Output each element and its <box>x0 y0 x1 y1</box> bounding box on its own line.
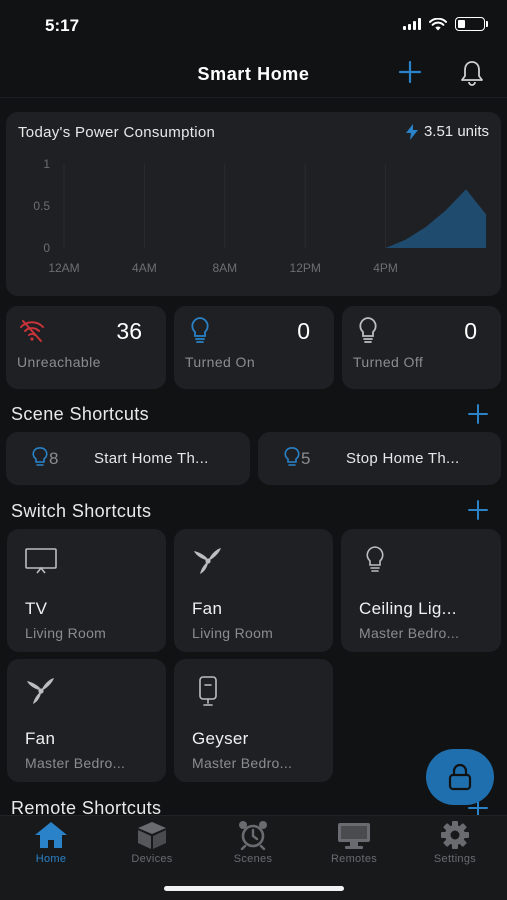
switch-name: Fan <box>192 599 223 618</box>
scene-stop-home-theater[interactable]: 5 Stop Home Th... <box>258 432 501 485</box>
switch-geyser-master-bedroom[interactable]: Geyser Master Bedro... <box>174 659 333 782</box>
turned-on-label: Turned On <box>185 354 256 370</box>
battery-icon <box>455 17 488 31</box>
notification-bell-icon[interactable] <box>457 58 487 88</box>
add-scene-icon[interactable] <box>466 402 490 426</box>
cellular-signal-icon <box>403 18 421 30</box>
scene-bulb-icon <box>32 447 48 466</box>
status-time: 5:17 <box>45 16 80 35</box>
switch-room: Master Bedro... <box>25 755 126 771</box>
power-chart: 1 0.5 0 12AM 4AM 8AM 12PM 4PM <box>33 157 487 275</box>
switch-fan-living-room[interactable]: Fan Living Room <box>174 529 333 652</box>
scene-bulb-icon <box>284 447 300 466</box>
chart-ytick-label: 0.5 <box>33 199 50 213</box>
gear-icon <box>441 821 469 849</box>
scene-name: Stop Home Th... <box>346 450 460 467</box>
unreachable-card[interactable]: 36 Unreachable <box>6 306 166 389</box>
monitor-icon <box>338 823 370 849</box>
unreachable-label: Unreachable <box>17 354 101 370</box>
scene-name: Start Home Th... <box>94 450 209 467</box>
alarm-clock-icon <box>239 821 267 850</box>
switch-shortcuts-title: Switch Shortcuts <box>11 501 152 521</box>
switch-name: Geyser <box>192 729 249 748</box>
scene-shortcuts-title: Scene Shortcuts <box>11 404 150 424</box>
tab-settings[interactable]: Settings <box>415 820 495 865</box>
switch-room: Living Room <box>25 625 107 641</box>
tv-icon <box>25 548 57 574</box>
bulb-icon <box>366 546 384 572</box>
switch-tv-living-room[interactable]: TV Living Room <box>7 529 166 652</box>
chart-xtick-label: 4PM <box>373 261 398 275</box>
chart-area-series <box>64 189 487 248</box>
unreachable-count: 36 <box>116 318 142 344</box>
switch-ceiling-light-master-bedroom[interactable]: Ceiling Lig... Master Bedro... <box>341 529 501 652</box>
app-header: Smart Home <box>0 50 507 98</box>
switch-name: Fan <box>25 729 56 748</box>
turned-off-count: 0 <box>464 318 477 344</box>
home-icon <box>35 822 67 848</box>
switch-name: TV <box>25 599 48 618</box>
chart-xtick-label: 8AM <box>212 261 237 275</box>
power-consumption-card[interactable]: Today's Power Consumption 3.51 units 1 0.… <box>6 112 501 296</box>
add-switch-icon[interactable] <box>466 498 490 522</box>
switch-name: Ceiling Lig... <box>359 599 457 618</box>
wifi-icon <box>429 17 447 30</box>
turned-off-card[interactable]: 0 Turned Off <box>342 306 501 389</box>
switch-fan-master-bedroom[interactable]: Fan Master Bedro... <box>7 659 166 782</box>
fan-icon <box>27 678 54 704</box>
scene-device-count: 5 <box>301 449 311 468</box>
tab-home[interactable]: Home <box>11 820 91 865</box>
tab-label: Scenes <box>233 853 273 865</box>
wifi-off-icon <box>20 320 44 342</box>
scene-start-home-theater[interactable]: 8 Start Home Th... <box>6 432 250 485</box>
chart-ytick-label: 1 <box>43 157 50 171</box>
add-icon[interactable] <box>396 58 424 86</box>
chart-ytick-label: 0 <box>43 241 50 255</box>
tab-label: Devices <box>131 853 173 865</box>
turned-off-label: Turned Off <box>353 354 424 370</box>
status-bar: 5:17 <box>0 0 507 50</box>
turned-on-card[interactable]: 0 Turned On <box>174 306 334 389</box>
fan-icon <box>194 548 221 574</box>
tab-label: Settings <box>433 853 477 865</box>
chart-xtick-label: 12AM <box>48 261 79 275</box>
tab-remotes[interactable]: Remotes <box>314 820 394 865</box>
lock-icon <box>448 763 472 791</box>
bulb-on-icon <box>191 317 209 343</box>
tab-devices[interactable]: Devices <box>112 820 192 865</box>
scene-device-count: 8 <box>49 449 59 468</box>
turned-on-count: 0 <box>297 318 310 344</box>
home-indicator <box>164 886 344 891</box>
tab-scenes[interactable]: Scenes <box>213 820 293 865</box>
bulb-off-icon <box>359 317 377 343</box>
chart-xtick-label: 4AM <box>132 261 157 275</box>
tab-label: Remotes <box>330 853 378 865</box>
page-title: Smart Home <box>197 64 310 84</box>
chart-xtick-label: 12PM <box>290 261 321 275</box>
switch-room: Master Bedro... <box>359 625 460 641</box>
lock-button[interactable] <box>426 749 494 805</box>
cube-icon <box>138 822 166 849</box>
status-icons <box>403 17 488 31</box>
switch-room: Living Room <box>192 625 274 641</box>
geyser-icon <box>199 676 217 706</box>
switch-room: Master Bedro... <box>192 755 293 771</box>
tab-label: Home <box>35 853 67 865</box>
